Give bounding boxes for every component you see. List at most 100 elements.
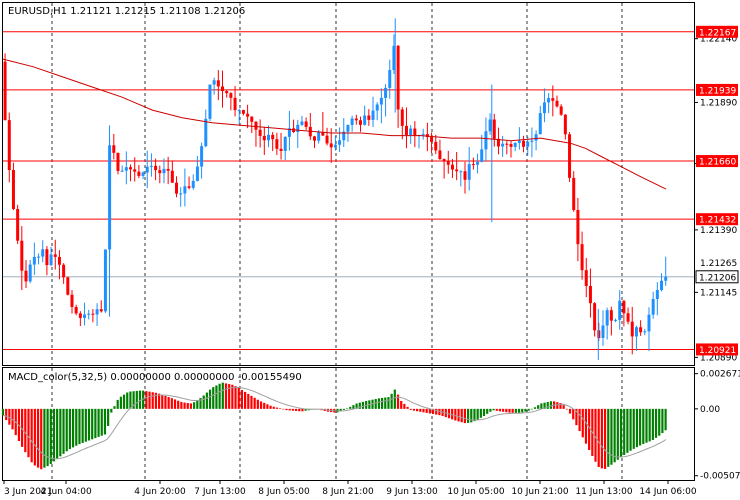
macd-bar bbox=[517, 408, 521, 413]
macd-bar bbox=[250, 395, 253, 409]
macd-bar bbox=[345, 408, 349, 410]
candle-body bbox=[83, 314, 87, 318]
macd-bar bbox=[492, 408, 495, 411]
macd-bar bbox=[298, 408, 301, 412]
candle-body bbox=[149, 165, 153, 167]
symbol-header: EURUSD,H1 1.21121 1.21215 1.21108 1.2120… bbox=[8, 6, 245, 17]
candle-body bbox=[212, 80, 216, 85]
macd-bar bbox=[610, 408, 613, 465]
macd-bar bbox=[205, 392, 208, 409]
macd-bar bbox=[457, 408, 460, 422]
macd-bar bbox=[237, 388, 240, 409]
macd-bar bbox=[380, 397, 384, 409]
macd-bar bbox=[486, 408, 489, 414]
candle-body bbox=[400, 109, 404, 126]
candle-body bbox=[120, 170, 124, 172]
macd-bar bbox=[116, 399, 119, 409]
candle-body bbox=[216, 80, 220, 87]
price-chart[interactable]: 1.221401.218901.216401.213901.211451.208… bbox=[0, 0, 740, 500]
macd-bar bbox=[505, 408, 508, 413]
price-tick-label: 1.21890 bbox=[700, 98, 737, 108]
candle-body bbox=[333, 144, 337, 148]
macd-bar bbox=[489, 408, 492, 412]
macd-bar bbox=[84, 408, 87, 442]
macd-bar bbox=[374, 399, 377, 409]
macd-bar bbox=[342, 408, 345, 410]
macd-bar bbox=[648, 408, 651, 442]
candle-body bbox=[404, 125, 408, 135]
macd-bar bbox=[285, 408, 288, 411]
candle-body bbox=[300, 121, 304, 125]
macd-bar bbox=[495, 408, 498, 411]
candle-body bbox=[208, 84, 212, 119]
candle-body bbox=[379, 97, 383, 105]
time-tick-label: 7 Jun 13:00 bbox=[194, 487, 246, 497]
macd-bar bbox=[377, 398, 380, 409]
macd-bar bbox=[476, 408, 479, 420]
candle-body bbox=[179, 193, 183, 195]
candle-body bbox=[538, 113, 542, 135]
macd-bar bbox=[629, 408, 632, 451]
macd-bar bbox=[100, 408, 103, 436]
macd-bar bbox=[43, 408, 46, 468]
macd-bar bbox=[71, 408, 75, 448]
candle-body bbox=[442, 159, 446, 162]
candle-body bbox=[563, 114, 567, 135]
candle-body bbox=[237, 110, 241, 112]
macd-bar bbox=[30, 408, 33, 463]
macd-pane[interactable] bbox=[2, 367, 695, 481]
macd-bar bbox=[193, 402, 196, 409]
macd-bar bbox=[40, 408, 43, 470]
candle-body bbox=[16, 208, 20, 241]
candle-body bbox=[329, 143, 333, 148]
macd-bar bbox=[406, 406, 409, 409]
macd-bar bbox=[482, 408, 486, 416]
candle-body bbox=[141, 172, 145, 176]
price-tick-label: 1.21265 bbox=[700, 259, 737, 269]
macd-bar bbox=[170, 398, 173, 409]
macd-bar bbox=[466, 408, 470, 423]
macd-bar bbox=[87, 408, 91, 441]
candle-body bbox=[325, 135, 329, 144]
macd-bar bbox=[639, 408, 642, 446]
macd-bar bbox=[138, 390, 142, 409]
candle-body bbox=[421, 134, 425, 136]
macd-bar bbox=[473, 408, 476, 422]
macd-bar bbox=[240, 389, 244, 409]
time-tick-label: 8 Jun 05:00 bbox=[258, 487, 310, 497]
candle-body bbox=[312, 136, 316, 141]
candle-body bbox=[170, 170, 174, 183]
candle-body bbox=[584, 270, 588, 286]
macd-bar bbox=[269, 405, 272, 409]
macd-bar bbox=[546, 401, 549, 409]
candle-body bbox=[78, 313, 82, 318]
candle-body bbox=[250, 116, 254, 122]
macd-bar bbox=[581, 408, 584, 438]
candle-body bbox=[588, 285, 592, 304]
candle-body bbox=[455, 169, 459, 172]
candle-body bbox=[57, 256, 61, 265]
macd-bar bbox=[384, 397, 387, 409]
macd-bar bbox=[282, 408, 285, 410]
candle-body bbox=[279, 148, 283, 151]
candle-body bbox=[137, 171, 141, 176]
macd-bar bbox=[626, 408, 629, 453]
macd-bar bbox=[164, 395, 167, 409]
candle-body bbox=[371, 110, 375, 120]
candle-body bbox=[358, 120, 362, 125]
candle-body bbox=[95, 309, 99, 315]
candle-body bbox=[45, 249, 49, 266]
candle-body bbox=[450, 164, 454, 170]
macd-bar bbox=[145, 391, 148, 409]
candle-body bbox=[166, 168, 170, 171]
candle-body bbox=[183, 186, 187, 194]
candle-body bbox=[20, 240, 24, 271]
macd-bar bbox=[393, 389, 396, 409]
macd-bar bbox=[119, 396, 122, 409]
macd-bar bbox=[533, 407, 537, 409]
macd-header: MACD_color(5,32,5) 0.00000000 0.00000000… bbox=[8, 372, 302, 383]
candle-body bbox=[488, 119, 492, 132]
time-tick-label: 4 Jun 04:00 bbox=[40, 487, 92, 497]
macd-bar bbox=[256, 399, 259, 409]
price-tick-label: 1.21145 bbox=[700, 288, 737, 298]
